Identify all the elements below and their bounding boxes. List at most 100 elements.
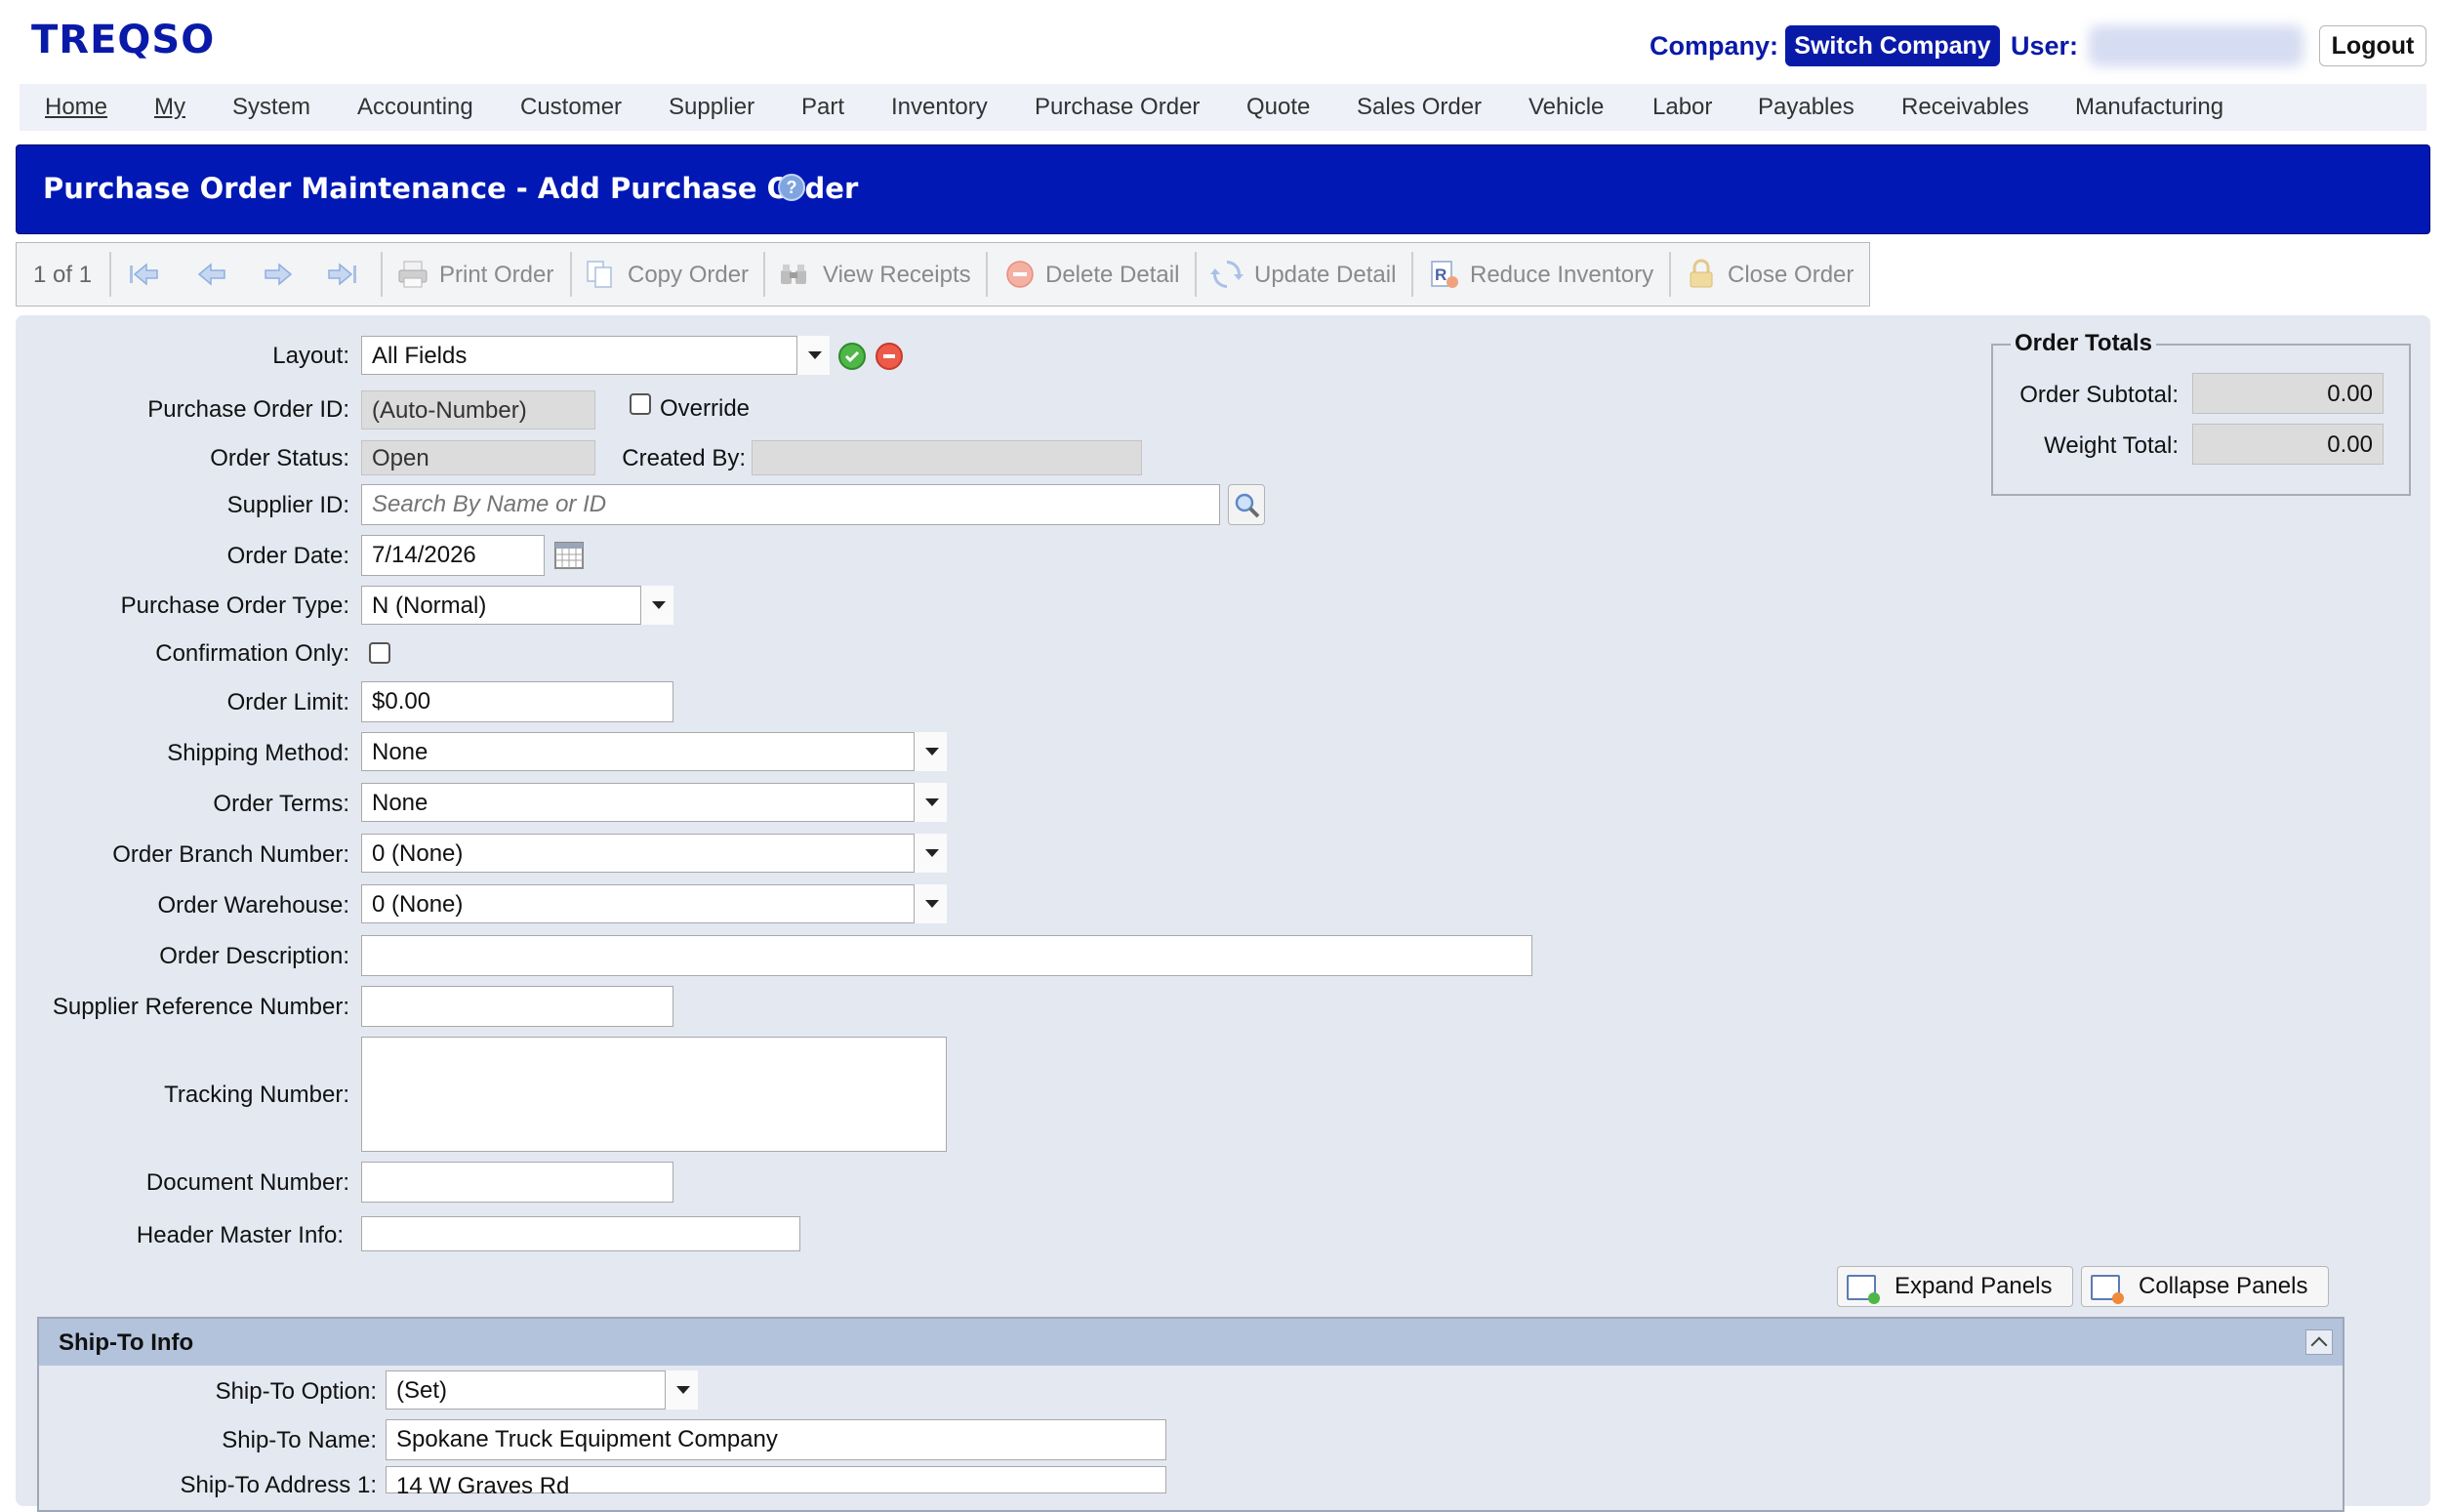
order-totals-legend: Order Totals — [2011, 330, 2156, 357]
shipping-method-select[interactable]: None — [361, 732, 947, 771]
treqso-logo[interactable]: TREQSO — [31, 18, 215, 62]
switch-company-button[interactable]: Switch Company — [1785, 25, 2000, 66]
record-count: 1 of 1 — [33, 262, 93, 288]
copy-order-button[interactable]: Copy Order — [628, 262, 749, 289]
override-checkbox[interactable] — [630, 393, 651, 415]
order-limit-input[interactable]: $0.00 — [361, 681, 673, 722]
confirmation-only-checkbox[interactable] — [369, 642, 390, 664]
menu-purchase-order[interactable]: Purchase Order — [1035, 94, 1200, 121]
expand-panels-icon — [1847, 1275, 1880, 1304]
printer-icon[interactable] — [396, 259, 429, 290]
weight-total-label: Weight Total: — [2044, 432, 2179, 459]
ship-to-address1-label: Ship-To Address 1: — [180, 1472, 377, 1498]
po-id-label: Purchase Order ID: — [147, 396, 349, 423]
menu-labor[interactable]: Labor — [1652, 94, 1712, 121]
menu-receivables[interactable]: Receivables — [1901, 94, 2029, 121]
menu-manufacturing[interactable]: Manufacturing — [2075, 94, 2223, 121]
menu-my[interactable]: My — [154, 94, 185, 121]
print-order-button[interactable]: Print Order — [439, 262, 553, 289]
po-type-dropdown-arrow-icon[interactable] — [640, 586, 673, 625]
menu-quote[interactable]: Quote — [1246, 94, 1310, 121]
next-record-icon[interactable] — [262, 259, 295, 290]
delete-detail-button[interactable]: Delete Detail — [1045, 262, 1179, 289]
help-icon[interactable]: ? — [778, 174, 805, 201]
order-subtotal-value: 0.00 — [2192, 373, 2384, 414]
warehouse-label: Order Warehouse: — [157, 892, 349, 919]
branch-number-label: Order Branch Number: — [112, 841, 349, 868]
reduce-inventory-icon[interactable]: R — [1427, 259, 1460, 290]
copy-icon[interactable] — [584, 259, 617, 290]
toolbar-separator — [381, 252, 383, 297]
logout-button[interactable]: Logout — [2319, 25, 2426, 66]
collapse-chevron-icon[interactable] — [2305, 1329, 2333, 1355]
order-description-input[interactable] — [361, 935, 1532, 976]
ship-to-address1-input[interactable]: 14 W Graves Rd — [386, 1466, 1166, 1499]
branch-number-select[interactable]: 0 (None) — [361, 834, 947, 873]
menu-customer[interactable]: Customer — [520, 94, 622, 121]
first-record-icon[interactable] — [127, 259, 160, 290]
tracking-number-label: Tracking Number: — [164, 1082, 349, 1108]
document-number-input[interactable] — [361, 1162, 673, 1203]
calendar-icon[interactable] — [553, 540, 585, 571]
magnifier-icon — [1235, 493, 1260, 518]
ship-to-option-select[interactable]: (Set) — [386, 1370, 698, 1410]
supplier-id-label: Supplier ID: — [226, 492, 349, 518]
reduce-inventory-button[interactable]: Reduce Inventory — [1470, 262, 1653, 289]
supplier-search-input[interactable] — [361, 484, 1220, 525]
layout-select[interactable]: All Fields — [361, 336, 830, 375]
view-receipts-button[interactable]: View Receipts — [823, 262, 971, 289]
created-by-field — [752, 440, 1142, 475]
layout-dropdown-arrow-icon[interactable] — [796, 336, 830, 375]
menu-sales-order[interactable]: Sales Order — [1357, 94, 1482, 121]
remove-layout-icon[interactable] — [876, 343, 903, 370]
shipping-method-label: Shipping Method: — [167, 740, 349, 766]
company-label: Company: — [1650, 31, 1779, 61]
menu-payables[interactable]: Payables — [1758, 94, 1855, 121]
header-master-info-input[interactable] — [361, 1216, 800, 1251]
user-label: User: — [2011, 31, 2079, 61]
previous-record-icon[interactable] — [195, 259, 228, 290]
order-subtotal-label: Order Subtotal: — [2019, 382, 2179, 408]
menu-accounting[interactable]: Accounting — [357, 94, 473, 121]
last-record-icon[interactable] — [326, 259, 359, 290]
shipping-method-dropdown-arrow-icon[interactable] — [914, 732, 947, 771]
collapse-panels-icon — [2091, 1275, 2124, 1304]
svg-text:R: R — [1435, 266, 1447, 284]
delete-icon[interactable] — [1003, 259, 1037, 290]
order-terms-select[interactable]: None — [361, 783, 947, 822]
po-type-select[interactable]: N (Normal) — [361, 586, 673, 625]
ship-to-name-input[interactable]: Spokane Truck Equipment Company — [386, 1419, 1166, 1460]
ship-to-header[interactable] — [39, 1319, 2343, 1366]
order-limit-label: Order Limit: — [226, 689, 349, 715]
warehouse-select[interactable]: 0 (None) — [361, 884, 947, 923]
warehouse-dropdown-arrow-icon[interactable] — [914, 884, 947, 923]
menu-vehicle[interactable]: Vehicle — [1529, 94, 1604, 121]
supplier-search-button[interactable] — [1228, 484, 1265, 525]
ship-to-option-dropdown-arrow-icon[interactable] — [665, 1370, 698, 1410]
po-type-label: Purchase Order Type: — [120, 593, 349, 619]
po-id-field: (Auto-Number) — [361, 390, 595, 429]
ship-to-option-label: Ship-To Option: — [215, 1378, 377, 1405]
close-order-button[interactable]: Close Order — [1728, 262, 1854, 289]
tracking-number-textarea[interactable] — [361, 1037, 947, 1152]
toolbar-separator — [763, 252, 765, 297]
weight-total-value: 0.00 — [2192, 424, 2384, 465]
user-name-redacted — [2089, 25, 2303, 66]
menu-supplier[interactable]: Supplier — [669, 94, 754, 121]
order-terms-dropdown-arrow-icon[interactable] — [914, 783, 947, 822]
binoculars-icon[interactable] — [777, 259, 810, 290]
menu-inventory[interactable]: Inventory — [891, 94, 988, 121]
menu-home[interactable]: Home — [45, 94, 107, 121]
branch-dropdown-arrow-icon[interactable] — [914, 834, 947, 873]
apply-layout-icon[interactable] — [838, 343, 866, 370]
menu-system[interactable]: System — [232, 94, 310, 121]
document-number-label: Document Number: — [145, 1169, 349, 1196]
menu-part[interactable]: Part — [801, 94, 844, 121]
update-detail-button[interactable]: Update Detail — [1254, 262, 1396, 289]
refresh-icon[interactable] — [1210, 259, 1243, 290]
order-date-input[interactable]: 7/14/2026 — [361, 535, 545, 576]
order-date-label: Order Date: — [226, 543, 349, 569]
lock-icon[interactable] — [1685, 259, 1718, 290]
supplier-reference-input[interactable] — [361, 986, 673, 1027]
toolbar-separator — [109, 252, 111, 297]
